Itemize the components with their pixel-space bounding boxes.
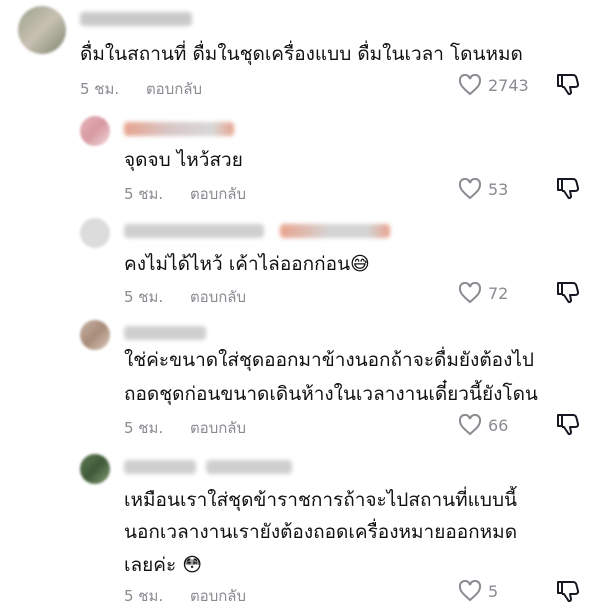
reply-button[interactable]: ตอบกลับ: [190, 185, 246, 203]
comment-text: นอกเวลางานเรายังต้องถอดเครื่องหมายออกหมด: [124, 521, 518, 543]
thumbs-down-icon: [555, 279, 581, 305]
username-blurred[interactable]: [124, 224, 264, 238]
comment-meta: 5 ชม. ตอบกลับ: [80, 77, 202, 101]
dislike-button[interactable]: [555, 279, 581, 305]
comment-time: 5 ชม.: [124, 288, 164, 306]
dislike-button[interactable]: [555, 175, 581, 201]
reply-item: จุดจบ ไหว้สวย 5 ชม. ตอบกลับ 53: [0, 110, 600, 210]
comment-text: เหมือนเราใส่ชุดข้าราชการถ้าจะไปสถานที่แบ…: [124, 489, 517, 511]
heart-icon: [458, 74, 482, 96]
thumbs-down-icon: [555, 578, 581, 604]
dislike-button[interactable]: [555, 71, 581, 97]
comment-meta: 5 ชม. ตอบกลับ: [124, 182, 246, 206]
avatar[interactable]: [80, 454, 110, 484]
like-button[interactable]: 5: [458, 580, 498, 602]
avatar[interactable]: [80, 116, 110, 146]
comment-text: จุดจบ ไหว้สวย: [124, 149, 243, 171]
like-count: 53: [488, 179, 509, 199]
heart-icon: [458, 580, 482, 602]
comment-text: คงไม่ได้ไหว้ เค้าไล่ออกก่อน😅: [124, 253, 370, 275]
heart-icon: [458, 178, 482, 200]
comment-text: เลยค่ะ 😳: [124, 554, 203, 576]
comment-meta: 5 ชม. ตอบกลับ: [124, 584, 246, 608]
thumbs-down-icon: [555, 71, 581, 97]
comment-item: ดื่มในสถานที่ ดื่มในชุดเครื่องแบบ ดื่มใน…: [0, 0, 600, 100]
dislike-button[interactable]: [555, 578, 581, 604]
like-count: 5: [488, 581, 499, 601]
avatar[interactable]: [18, 6, 66, 54]
like-button[interactable]: 53: [458, 178, 508, 200]
username-blurred[interactable]: [124, 326, 206, 340]
reply-item: เหมือนเราใส่ชุดข้าราชการถ้าจะไปสถานที่แบ…: [0, 450, 600, 610]
thumbs-down-icon: [555, 175, 581, 201]
like-count: 72: [488, 283, 509, 303]
reply-item: คงไม่ได้ไหว้ เค้าไล่ออกก่อน😅 5 ชม. ตอบกล…: [0, 214, 600, 314]
like-count: 2743: [488, 75, 529, 95]
username-blurred[interactable]: [280, 224, 390, 238]
reply-button[interactable]: ตอบกลับ: [146, 80, 202, 98]
comment-meta: 5 ชม. ตอบกลับ: [124, 285, 246, 309]
avatar[interactable]: [80, 218, 110, 248]
reply-button[interactable]: ตอบกลับ: [190, 419, 246, 437]
comment-time: 5 ชม.: [124, 587, 164, 605]
comment-time: 5 ชม.: [124, 419, 164, 437]
thumbs-down-icon: [555, 411, 581, 437]
heart-icon: [458, 414, 482, 436]
like-button[interactable]: 2743: [458, 74, 529, 96]
username-blurred[interactable]: [124, 122, 234, 136]
like-button[interactable]: 72: [458, 282, 508, 304]
dislike-button[interactable]: [555, 411, 581, 437]
reply-button[interactable]: ตอบกลับ: [190, 288, 246, 306]
reply-item: ใช่ค่ะขนาดใส่ชุดออกมาข้างนอกถ้าจะดื่มยัง…: [0, 316, 600, 446]
comment-meta: 5 ชม. ตอบกลับ: [124, 416, 246, 440]
reply-button[interactable]: ตอบกลับ: [190, 587, 246, 605]
username-blurred[interactable]: [124, 460, 196, 474]
like-count: 66: [488, 415, 509, 435]
comment-text: ใช่ค่ะขนาดใส่ชุดออกมาข้างนอกถ้าจะดื่มยัง…: [124, 349, 534, 371]
comment-text: ดื่มในสถานที่ ดื่มในชุดเครื่องแบบ ดื่มใน…: [80, 43, 523, 65]
avatar[interactable]: [80, 320, 110, 350]
heart-icon: [458, 282, 482, 304]
comment-time: 5 ชม.: [124, 185, 164, 203]
username-blurred[interactable]: [206, 460, 292, 474]
comment-text: ถอดชุดก่อนขนาดเดินห้างในเวลางานเดี๋ยวนี้…: [124, 383, 538, 405]
username-blurred[interactable]: [80, 12, 192, 26]
like-button[interactable]: 66: [458, 414, 508, 436]
comment-time: 5 ชม.: [80, 80, 120, 98]
